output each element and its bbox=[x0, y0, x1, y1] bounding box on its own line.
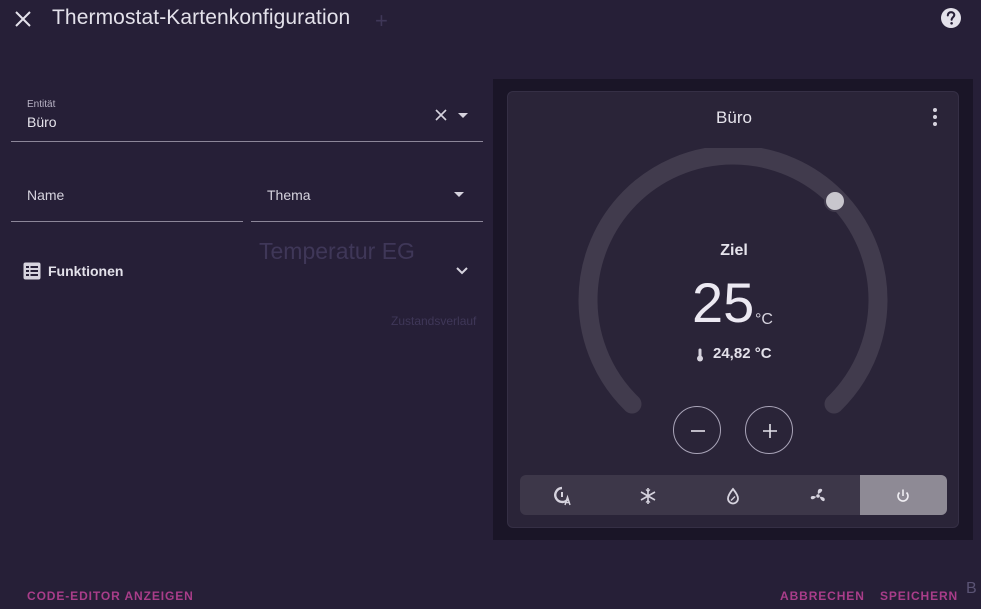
fan-icon bbox=[810, 488, 825, 502]
close-icon bbox=[15, 11, 31, 27]
snowflake-icon bbox=[640, 488, 656, 504]
dropdown-arrow-icon[interactable] bbox=[453, 191, 465, 199]
theme-select-label: Thema bbox=[267, 187, 311, 203]
mode-off[interactable] bbox=[860, 475, 947, 515]
thermostat-card: Büro Ziel 25 °C 24,82 °C bbox=[507, 91, 959, 528]
target-temperature: 25 bbox=[692, 271, 755, 334]
increase-temperature-button[interactable] bbox=[745, 406, 793, 454]
background-plus-icon: + bbox=[375, 8, 388, 33]
mode-cool[interactable] bbox=[605, 475, 690, 515]
help-button[interactable] bbox=[940, 7, 962, 29]
water-drop-icon bbox=[727, 487, 739, 505]
decrease-temperature-button[interactable] bbox=[673, 406, 721, 454]
list-icon bbox=[23, 262, 41, 280]
hvac-mode-selector bbox=[520, 475, 947, 515]
show-code-editor-button[interactable]: CODE-EDITOR ANZEIGEN bbox=[27, 589, 194, 603]
entity-field-label: Entität bbox=[27, 99, 56, 110]
clear-icon[interactable] bbox=[433, 107, 449, 123]
theme-select[interactable]: Thema bbox=[251, 169, 483, 222]
help-icon bbox=[941, 8, 961, 28]
name-field[interactable]: Name bbox=[11, 169, 243, 222]
dialog-title: Thermostat-Kartenkonfiguration bbox=[52, 6, 351, 29]
dial-handle[interactable] bbox=[824, 190, 846, 212]
current-temperature: 24,82 °C bbox=[713, 345, 772, 362]
minus-icon bbox=[691, 430, 705, 432]
chevron-down-icon bbox=[456, 267, 468, 275]
entity-field-value[interactable]: Büro bbox=[27, 114, 57, 130]
target-unit: °C bbox=[755, 311, 773, 328]
background-edge-letter: B bbox=[966, 580, 977, 597]
mode-fan[interactable] bbox=[775, 475, 860, 515]
features-expander[interactable]: Funktionen bbox=[11, 248, 483, 294]
mode-dry[interactable] bbox=[690, 475, 775, 515]
dropdown-arrow-icon[interactable] bbox=[457, 112, 469, 120]
plus-icon bbox=[763, 424, 777, 438]
name-field-label: Name bbox=[27, 187, 65, 203]
entity-field[interactable]: Entität Büro bbox=[11, 90, 483, 142]
target-label: Ziel bbox=[720, 242, 748, 259]
cancel-button[interactable]: ABBRECHEN bbox=[780, 589, 865, 603]
thermometer-icon bbox=[697, 348, 703, 362]
card-name: Büro bbox=[716, 108, 752, 127]
close-button[interactable] bbox=[11, 7, 35, 31]
more-options-button[interactable] bbox=[925, 106, 945, 128]
mode-heat-cool[interactable] bbox=[520, 475, 605, 515]
background-dashboard-subtitle: Zustandsverlauf bbox=[391, 314, 477, 328]
features-expander-label: Funktionen bbox=[48, 263, 124, 279]
heat-cool-icon bbox=[554, 486, 571, 506]
power-icon bbox=[897, 489, 909, 502]
save-button[interactable]: SPEICHERN bbox=[880, 589, 958, 603]
more-vertical-icon bbox=[933, 108, 937, 126]
